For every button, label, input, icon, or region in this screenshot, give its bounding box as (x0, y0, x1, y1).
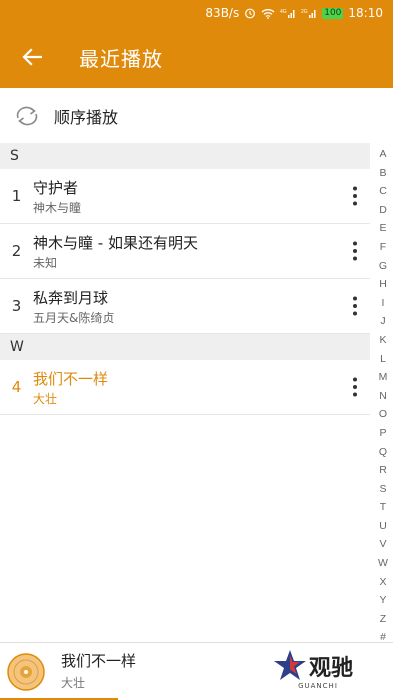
index-letter[interactable]: R (379, 461, 387, 480)
index-letter[interactable]: A (379, 145, 386, 164)
list-item[interactable]: 4 我们不一样 大壮 (0, 360, 370, 415)
index-letter[interactable]: C (379, 182, 387, 201)
song-title: 我们不一样 (33, 370, 109, 388)
page-title: 最近播放 (79, 46, 163, 71)
app-toolbar: 最近播放 (0, 26, 393, 88)
track-number: 3 (11, 297, 22, 315)
index-letter[interactable]: W (378, 554, 388, 573)
index-letter[interactable]: N (379, 387, 387, 406)
more-vert-icon (353, 186, 357, 206)
track-number: 2 (11, 242, 22, 260)
index-letter[interactable]: X (379, 573, 386, 592)
watermark-text: 观驰 (308, 656, 353, 681)
more-vert-icon (353, 241, 357, 261)
back-button[interactable] (4, 26, 60, 88)
index-letter[interactable]: J (380, 312, 385, 331)
index-letter[interactable]: P (379, 424, 386, 443)
watermark-logo: 观驰 GUANCHI (273, 649, 353, 690)
now-playing-title: 我们不一样 (61, 652, 137, 670)
track-number: 1 (11, 187, 22, 205)
repeat-icon (12, 101, 42, 131)
song-title: 私奔到月球 (33, 289, 109, 307)
play-mode-toggle[interactable]: 顺序播放 (0, 88, 393, 143)
play-mode-label: 顺序播放 (54, 107, 119, 127)
index-letter[interactable]: O (379, 405, 387, 424)
index-letter[interactable]: U (379, 517, 387, 536)
index-letter[interactable]: D (379, 201, 387, 220)
list-item[interactable]: 1 守护者 神木与瞳 (0, 169, 370, 224)
song-artist: 大壮 (33, 392, 58, 406)
status-bar: 83B/s 4G 2G 100 18:10 (0, 0, 393, 26)
song-title: 守护者 (33, 179, 79, 197)
now-playing-artist: 大壮 (61, 676, 86, 690)
alphabet-index[interactable]: A B C D E F G H I J K L M N O P Q R S T U V W X Y Z # (373, 145, 393, 647)
index-letter[interactable]: I (382, 294, 385, 313)
index-letter[interactable]: Q (379, 443, 387, 462)
album-disc-icon (7, 652, 45, 691)
svg-text:4G: 4G (280, 9, 287, 15)
more-options-button[interactable] (340, 176, 370, 216)
song-artist: 未知 (33, 256, 58, 270)
wifi-icon (261, 8, 275, 19)
now-playing-bar[interactable]: 我们不一样 大壮 观驰 GUANCHI (0, 642, 393, 700)
list-item[interactable]: 2 神木与瞳 - 如果还有明天 未知 (0, 224, 370, 279)
index-letter[interactable]: V (379, 535, 386, 554)
index-letter[interactable]: S (379, 480, 386, 499)
list-item[interactable]: 3 私奔到月球 五月天&陈绮贞 (0, 279, 370, 334)
section-header-w: W (0, 334, 370, 360)
section-header-s: S (0, 143, 370, 169)
svg-text:2G: 2G (301, 9, 308, 15)
back-arrow-icon (22, 48, 42, 66)
index-letter[interactable]: Z (380, 610, 386, 629)
clock: 18:10 (348, 6, 383, 20)
track-number: 4 (11, 378, 22, 396)
signal-4g-icon: 4G (280, 8, 296, 19)
song-title: 神木与瞳 - 如果还有明天 (33, 234, 198, 252)
signal-2g-icon: 2G (301, 8, 317, 19)
index-letter[interactable]: B (379, 164, 386, 183)
network-speed: 83B/s (205, 6, 240, 20)
alarm-icon (244, 7, 256, 19)
index-letter[interactable]: T (380, 498, 386, 517)
index-letter[interactable]: G (379, 257, 387, 276)
star-logo-icon (273, 650, 306, 680)
song-list: S 1 守护者 神木与瞳 2 神木与瞳 - 如果还有明天 未知 3 私奔到月球 … (0, 143, 370, 415)
more-options-button[interactable] (340, 231, 370, 271)
index-letter[interactable]: M (379, 368, 388, 387)
song-artist: 神木与瞳 (33, 201, 82, 215)
watermark-subtext: GUANCHI (298, 682, 338, 690)
more-vert-icon (353, 377, 357, 397)
more-vert-icon (353, 296, 357, 316)
index-letter[interactable]: K (379, 331, 386, 350)
index-letter[interactable]: L (380, 350, 386, 369)
song-artist: 五月天&陈绮贞 (33, 311, 115, 325)
index-letter[interactable]: E (379, 219, 386, 238)
index-letter[interactable]: Y (379, 591, 386, 610)
more-options-button[interactable] (340, 286, 370, 326)
index-letter[interactable]: F (380, 238, 386, 257)
index-letter[interactable]: H (379, 275, 387, 294)
battery-icon: 100 (322, 7, 344, 19)
more-options-button[interactable] (340, 367, 370, 407)
